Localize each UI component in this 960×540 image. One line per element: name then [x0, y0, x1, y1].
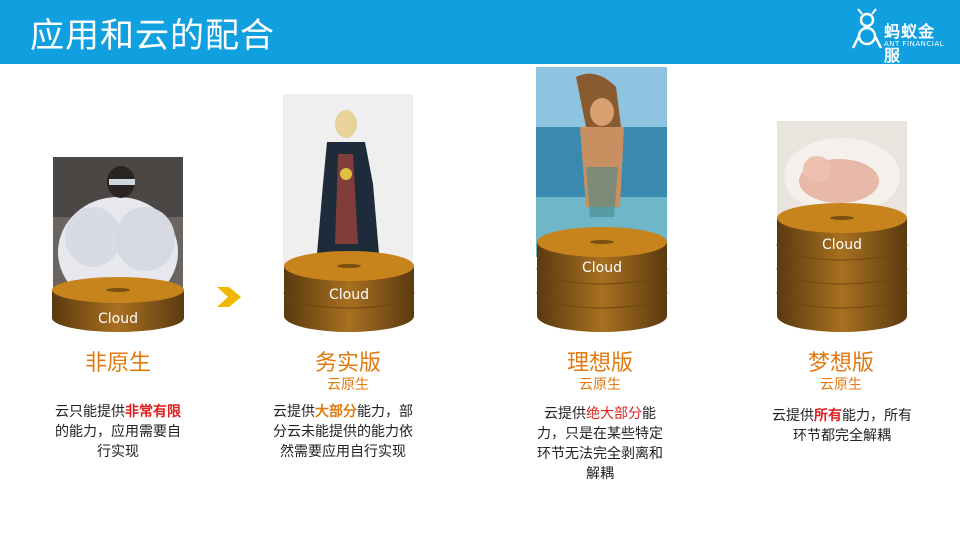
cloud-cylinder-3 [536, 227, 668, 332]
column-title-3: 理想版 [566, 351, 633, 376]
page-title: 应用和云的配合 [30, 16, 275, 56]
desc-highlight: 所有 [814, 408, 842, 424]
cloud-label-1: Cloud [98, 311, 138, 327]
desc-part: 云提供 [544, 406, 586, 422]
desc-part: 的能力，应用需要自行实现 [55, 424, 181, 460]
column-desc-4: 云提供所有能力，所有环节都完全解耦 [772, 406, 912, 446]
column-title-1: 非原生 [84, 351, 151, 376]
desc-highlight: 非常有限 [125, 404, 181, 420]
arrow-right-icon [217, 287, 241, 307]
ant-financial-logo: 蚂蚁金服 ANT FINANCIAL [852, 8, 948, 65]
desc-highlight: 大部分 [315, 404, 357, 420]
cloud-label-3: Cloud [582, 260, 622, 276]
woman-in-dress-photo [283, 94, 413, 266]
desc-highlight: 绝大部分 [586, 406, 642, 422]
column-subtitle-3: 云原生 [579, 377, 621, 393]
cloud-cylinder-4 [776, 203, 908, 332]
column-title-4: 梦想版 [807, 351, 874, 376]
column-subtitle-2: 云原生 [327, 377, 369, 393]
column-title-2: 务实版 [314, 351, 381, 376]
cloud-label-2: Cloud [329, 287, 369, 303]
desc-part: 云提供 [772, 408, 814, 424]
column-desc-3: 云提供绝大部分能力，只是在某些特定环节无法完全剥离和解耦 [532, 404, 668, 484]
column-desc-2: 云提供大部分能力，部分云未能提供的能力依然需要应用自行实现 [273, 402, 413, 462]
column-subtitle-4: 云原生 [820, 377, 862, 393]
logo-subtitle: ANT FINANCIAL [884, 40, 945, 48]
desc-part: 云提供 [273, 404, 315, 420]
desc-part: 云只能提供 [55, 404, 125, 420]
column-desc-1: 云只能提供非常有限的能力，应用需要自行实现 [50, 402, 186, 462]
ant-icon [852, 8, 882, 49]
header-bar: 应用和云的配合 蚂蚁金服 ANT FINANCIAL [0, 0, 960, 65]
cloud-label-4: Cloud [822, 237, 862, 253]
